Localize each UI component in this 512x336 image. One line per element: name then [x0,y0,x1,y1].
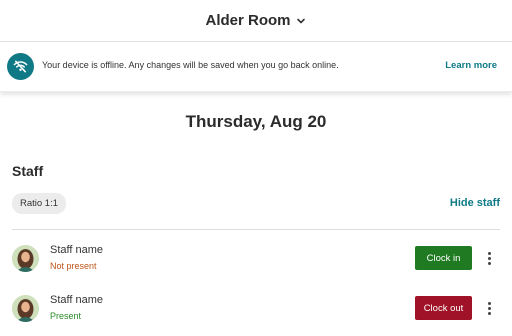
offline-message: Your device is offline. Any changes will… [42,60,339,70]
date-heading: Thursday, Aug 20 [185,112,327,131]
staff-section-title: Staff [12,163,44,179]
room-name: Alder Room [205,12,291,29]
clock-out-button[interactable]: Clock out [415,296,472,320]
ratio-chip: Ratio 1:1 [12,193,66,214]
more-options-icon[interactable] [482,249,496,267]
room-selector[interactable]: Alder Room [205,12,306,29]
avatar [12,245,39,272]
avatar [12,295,39,322]
hide-staff-link[interactable]: Hide staff [450,197,500,209]
app-header: Alder Room [0,0,512,42]
chevron-down-icon [296,18,305,23]
staff-row: Staff name Present Clock out [0,291,512,331]
staff-name: Staff name [50,294,103,306]
learn-more-link[interactable]: Learn more [445,60,497,71]
staff-row: Staff name Not present Clock in [0,241,512,281]
wifi-off-icon [7,53,34,80]
staff-status: Not present [50,261,97,271]
offline-banner: Your device is offline. Any changes will… [0,42,512,92]
staff-status: Present [50,311,82,321]
staff-name: Staff name [50,244,103,256]
divider [12,229,500,230]
more-options-icon[interactable] [482,299,496,317]
clock-in-button[interactable]: Clock in [415,246,472,270]
